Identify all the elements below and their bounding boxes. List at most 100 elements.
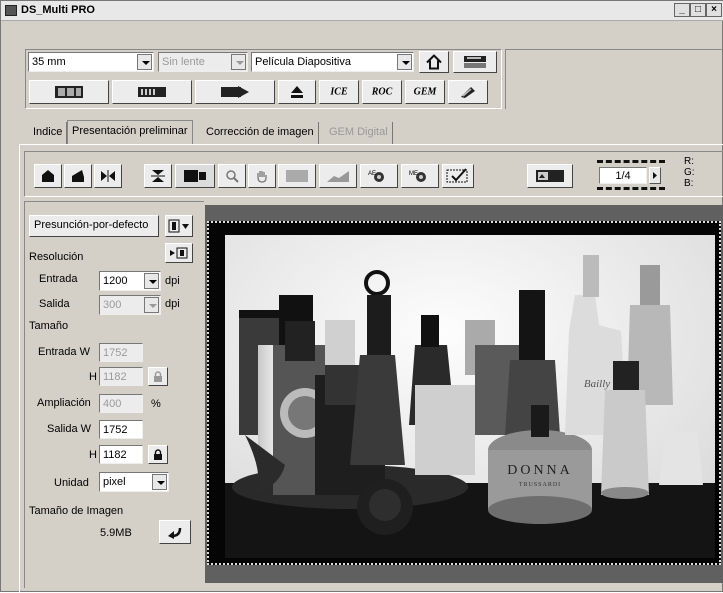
- window-title: DS_Multi PRO: [21, 4, 95, 16]
- reset-button[interactable]: [159, 520, 191, 544]
- input-lock-button: [148, 367, 168, 386]
- undo-arrow-icon: [168, 527, 182, 539]
- bottle-bailly-stopper: [583, 255, 599, 297]
- preset-button[interactable]: Presunción-por-defecto: [29, 215, 159, 237]
- image-size-value: 5.9MB: [100, 527, 132, 539]
- chevron-down-icon[interactable]: [137, 54, 152, 70]
- output-resolution-select: 300: [99, 295, 161, 315]
- index-film-icon: [138, 87, 166, 97]
- zoom-field: 400: [99, 394, 143, 413]
- index-strip-button[interactable]: [112, 80, 192, 104]
- preview-image[interactable]: DONNA TRUSSARDI Bailly: [225, 235, 715, 558]
- tab-index[interactable]: Indice: [29, 122, 68, 144]
- histogram-icon: [327, 171, 349, 182]
- output-width-label: Salida W: [47, 423, 92, 435]
- chevron-down-icon[interactable]: [397, 54, 412, 70]
- frame-counter: 1/4: [599, 167, 647, 184]
- input-width-field: 1752: [99, 343, 143, 362]
- rotate-right-button[interactable]: [64, 164, 92, 188]
- eject-forward-button[interactable]: [195, 80, 275, 104]
- output-width-field[interactable]: 1752: [99, 420, 143, 439]
- manual-exposure-button[interactable]: ME: [401, 164, 439, 188]
- crop-frame-button[interactable]: [175, 164, 215, 188]
- hand-icon: [257, 171, 267, 183]
- frame-selector[interactable]: 1/4: [597, 160, 665, 190]
- output-resolution-value: 300: [103, 299, 122, 311]
- histogram-button[interactable]: [319, 164, 357, 188]
- auto-exposure-button[interactable]: AE: [360, 164, 398, 188]
- flip-vertical-icon: [151, 170, 165, 182]
- film-type-select[interactable]: Película Diapositiva: [251, 52, 414, 72]
- close-button[interactable]: ×: [706, 3, 722, 17]
- roc-button[interactable]: ROC: [362, 80, 402, 104]
- chevron-down-icon: [144, 297, 159, 313]
- size-heading: Tamaño: [29, 320, 69, 332]
- unit-value: pixel: [103, 476, 126, 488]
- gear-icon: ME: [409, 171, 426, 182]
- gray-rectangle-icon: [286, 170, 308, 182]
- auto-adjust-button[interactable]: [448, 80, 488, 104]
- input-height-value: 1182: [103, 371, 127, 383]
- chevron-down-icon[interactable]: [144, 273, 159, 289]
- top-toolbar-empty: [505, 49, 723, 109]
- pan-button[interactable]: [248, 164, 276, 188]
- ice-button[interactable]: ICE: [319, 80, 359, 104]
- output-dpi-unit: dpi: [165, 298, 180, 310]
- rgb-r-label: R:: [684, 156, 694, 167]
- maximize-button[interactable]: □: [690, 3, 706, 17]
- input-resolution-label: Entrada: [39, 273, 78, 285]
- mirror-button[interactable]: [94, 164, 122, 188]
- pen-book-icon: [461, 87, 475, 98]
- prescan-strip-button[interactable]: [29, 80, 109, 104]
- rotate-left-button[interactable]: [34, 164, 62, 188]
- minimize-button[interactable]: _: [674, 3, 690, 17]
- film-strip-icon: [55, 86, 83, 98]
- zoom-unit: %: [151, 398, 161, 410]
- donna-sublabel: TRUSSARDI: [519, 482, 561, 488]
- output-height-field[interactable]: 1182: [99, 445, 143, 464]
- magnifier-icon: [226, 170, 239, 183]
- title-bar[interactable]: DS_Multi PRO _ □ ×: [1, 1, 723, 21]
- flip-vertical-button[interactable]: [144, 164, 172, 188]
- input-height-label: H: [89, 371, 97, 383]
- home-button[interactable]: [419, 51, 449, 73]
- chevron-down-icon[interactable]: [152, 474, 167, 490]
- rose-center: [369, 489, 401, 521]
- next-frame-arrow[interactable]: [649, 167, 661, 184]
- unit-select[interactable]: pixel: [99, 472, 169, 492]
- input-dpi-unit: dpi: [165, 275, 180, 287]
- tab-image-correction[interactable]: Corrección de imagen: [202, 122, 319, 144]
- output-height-value: 1182: [103, 449, 127, 461]
- auto-crop-button[interactable]: [278, 164, 316, 188]
- output-lock-button[interactable]: [148, 445, 168, 464]
- output-resolution-label: Salida: [39, 298, 70, 310]
- flip-horizontal-icon: [101, 170, 115, 182]
- scanner-settings-button[interactable]: [453, 51, 497, 73]
- bottle-right-stopper: [640, 265, 660, 305]
- bottle-round-cap: [613, 361, 639, 391]
- bottle-small-cap: [421, 315, 439, 347]
- ice-icon: ICE: [330, 86, 348, 98]
- bottle-cap-dark: [285, 321, 315, 361]
- zoom-button[interactable]: [218, 164, 246, 188]
- focal-length-select[interactable]: 35 mm: [28, 52, 154, 72]
- preset-menu-button[interactable]: [165, 215, 193, 237]
- bottle-ring-neck: [367, 295, 391, 355]
- bottle-round-base: [601, 487, 649, 499]
- image-size-label: Tamaño de Imagen: [29, 505, 124, 517]
- select-all-button[interactable]: [442, 164, 474, 188]
- unit-label: Unidad: [54, 477, 89, 489]
- gem-button[interactable]: GEM: [405, 80, 445, 104]
- eject-button[interactable]: [278, 80, 316, 104]
- rotate-right-icon: [72, 170, 84, 182]
- rotate-left-icon: [42, 170, 54, 182]
- bottle-cap: [239, 310, 279, 318]
- prescan-button[interactable]: [527, 164, 573, 188]
- input-resolution-select[interactable]: 1200: [99, 271, 161, 291]
- tab-preview[interactable]: Presentación preliminar: [67, 120, 193, 144]
- checkbox-grid-icon: [446, 168, 468, 183]
- lock-icon: [154, 370, 162, 382]
- resolution-menu-button[interactable]: [165, 243, 193, 263]
- bottle-black-tall-cap: [519, 290, 545, 360]
- input-height-field: 1182: [99, 367, 143, 386]
